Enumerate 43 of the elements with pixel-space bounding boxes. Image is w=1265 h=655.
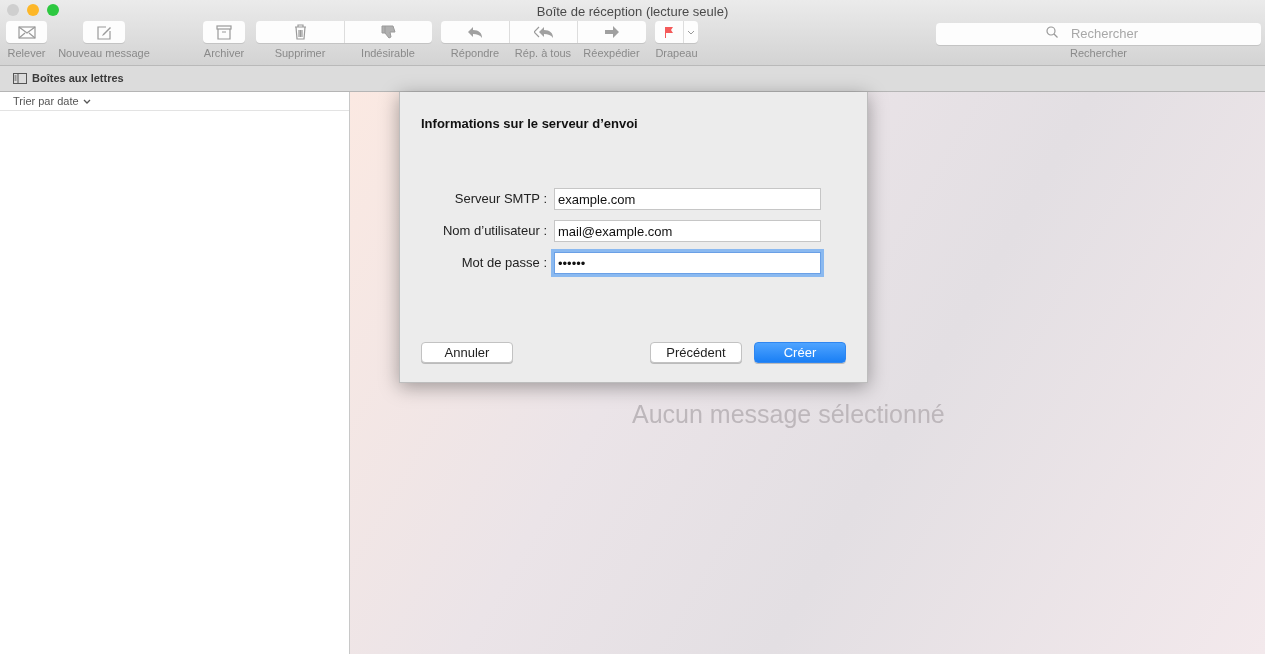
toolbar-label: Indésirable [360, 46, 416, 61]
mailboxes-button[interactable]: Boîtes aux lettres [32, 70, 124, 87]
trash-icon [293, 24, 307, 40]
zoom-button[interactable] [47, 4, 59, 16]
search-icon [1046, 26, 1058, 38]
flag-button[interactable] [655, 21, 698, 43]
toolbar-label: Nouveau message [58, 46, 150, 61]
toolbar-button[interactable] [6, 21, 47, 43]
dialog-button[interactable]: Précédent [650, 342, 742, 363]
reply-all-icon [533, 25, 554, 39]
toolbar-button[interactable] [203, 21, 245, 43]
toolbar-label: Drapeau [655, 46, 698, 61]
chevron-icon [82, 98, 91, 104]
field-label: Nom d’utilisateur : [441, 221, 548, 240]
toolbar-label: Réexpédier [582, 46, 641, 61]
dialog-title: Informations sur le serveur d’envoi [421, 115, 639, 133]
toolbar-label: Relever [7, 46, 46, 61]
toolbar-label: Rechercher [1070, 46, 1127, 61]
toolbar-label: Archiver [203, 46, 245, 61]
compose-icon [96, 24, 112, 40]
search-field[interactable]: Rechercher [936, 22, 1261, 45]
minimize-button[interactable] [27, 4, 39, 16]
dialog-button[interactable]: Annuler [421, 342, 513, 363]
archive-icon [216, 24, 232, 40]
toolbar-label: Répondre [449, 46, 501, 61]
input-field[interactable]: example.com [554, 187, 821, 210]
close-button[interactable] [7, 4, 19, 16]
field-label: Mot de passe : [460, 253, 548, 272]
field-label: Serveur SMTP : [453, 189, 548, 208]
toolbar-button[interactable] [83, 21, 125, 43]
toolbar-label: Supprimer [273, 46, 327, 61]
input-field[interactable]: •••••• [554, 251, 821, 274]
reply-icon [467, 25, 483, 39]
caret-icon [687, 29, 695, 35]
sort-menu[interactable]: Trier par date [13, 92, 79, 110]
input-field[interactable]: mail@example.com [554, 219, 821, 242]
thumbs-down-icon [380, 24, 397, 40]
envelope-icon [17, 25, 36, 39]
window-title: Boîte de réception (lecture seule) [536, 4, 729, 19]
flag-icon [664, 26, 674, 38]
forward-icon [604, 26, 620, 38]
toolbar-label: Rép. à tous [513, 46, 573, 61]
sidebar-icon[interactable] [13, 73, 27, 84]
